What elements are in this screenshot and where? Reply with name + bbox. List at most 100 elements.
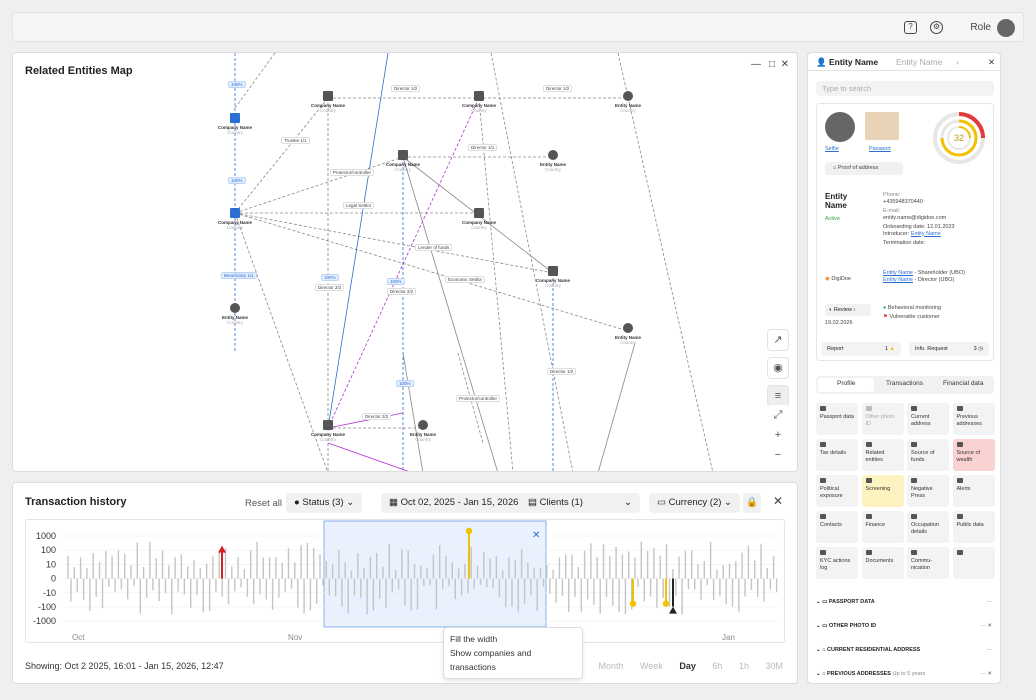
graph-node-person[interactable]: Entity Name Country: [533, 150, 573, 172]
close-icon[interactable]: ✕: [773, 494, 783, 508]
tooltip-line[interactable]: Fill the width: [450, 632, 576, 646]
avatar[interactable]: [997, 19, 1015, 37]
zoom-30m[interactable]: 30M: [765, 661, 783, 671]
transaction-chart[interactable]: 1000100100-10-100-1000OctNovDecJan ✕: [25, 519, 785, 643]
section-other-photo-id[interactable]: ⌄ ▭ OTHER PHOTO ID ··· ✕: [816, 623, 996, 637]
profile-section-cell[interactable]: Political exposure: [816, 475, 858, 507]
x-tick-label: Nov: [288, 633, 302, 642]
section-icon: [820, 406, 826, 411]
relation-link[interactable]: Entity Name: [883, 277, 913, 283]
graph-node-company[interactable]: Company Name Country: [383, 150, 423, 172]
search-input[interactable]: Type to search: [816, 81, 994, 96]
filter-button[interactable]: ≡: [767, 385, 789, 407]
lock-button[interactable]: 🔒: [743, 493, 761, 513]
expand-button[interactable]: ⤢: [767, 405, 789, 427]
role-label[interactable]: Role: [970, 22, 991, 33]
profile-section-cell[interactable]: Current address: [907, 403, 949, 435]
info-request-button[interactable]: Info. Request 3 ◷: [909, 342, 989, 356]
help-icon[interactable]: ?: [904, 21, 917, 34]
segment-transactions[interactable]: Transactions: [886, 380, 923, 387]
profile-section-cell[interactable]: Related entities: [861, 439, 904, 471]
selfie-photo[interactable]: [825, 112, 855, 142]
passport-photo[interactable]: [865, 112, 899, 140]
section-current-address[interactable]: ⌄ ⌂ CURRENT RESIDENTIAL ADDRESS ···: [816, 647, 996, 661]
profile-section-cell[interactable]: Documents: [861, 547, 904, 579]
close-icon[interactable]: ✕: [988, 57, 995, 68]
zoom-6h[interactable]: 6h: [712, 661, 722, 671]
section-previous-addresses[interactable]: ⌄ ⌂ PREVIOUS ADDRESSES Up to 5 years ··· …: [816, 671, 996, 683]
report-label: Report: [827, 346, 844, 352]
proof-of-address-button[interactable]: ⌂ Proof of address: [825, 162, 903, 175]
gear-icon[interactable]: ⚙: [930, 21, 943, 34]
selection-close-icon[interactable]: ✕: [532, 530, 540, 541]
profile-section-cell[interactable]: Passport data: [816, 403, 858, 435]
edge-label: Beneficiary 1/1: [221, 272, 257, 279]
profile-section-cell[interactable]: Source of wealth: [952, 439, 995, 471]
relation-link[interactable]: Entity Name: [883, 270, 913, 276]
chevron-right-icon[interactable]: ›: [956, 57, 959, 67]
status-filter[interactable]: ● Status (3) ⌄: [286, 493, 363, 513]
graph-node-company[interactable]: Company Name Country: [215, 113, 255, 135]
profile-section-cell[interactable]: KYC actions log: [816, 547, 858, 579]
phone-value[interactable]: +435948370440: [883, 199, 955, 206]
profile-section-cell[interactable]: Source of funds: [907, 439, 949, 471]
profile-section-cell[interactable]: Previous addresses: [952, 403, 995, 435]
more-icon[interactable]: ···: [987, 647, 993, 653]
tab-entity-2[interactable]: Entity Name: [896, 57, 942, 67]
profile-section-cell[interactable]: Other photo ID: [861, 403, 904, 435]
date-filter[interactable]: ▦ Oct 02, 2025 - Jan 15, 2026 ⌄: [381, 493, 538, 513]
tab-entity-1[interactable]: 👤 Entity Name: [816, 57, 878, 68]
report-button[interactable]: Report 1 ▲: [821, 342, 901, 356]
profile-section-cell[interactable]: Finance: [861, 511, 904, 543]
graph-node-person[interactable]: Entity Name Country: [403, 420, 443, 442]
behavioral-flag: Behavioral monitoring: [887, 305, 942, 311]
zoom-in-button[interactable]: +: [767, 425, 789, 447]
edge-label: 100%: [387, 278, 405, 285]
section-icon: [820, 514, 826, 519]
zoom-week[interactable]: Week: [640, 661, 663, 671]
graph-node-company[interactable]: Company Name Country: [215, 208, 255, 230]
zoom-out-button[interactable]: −: [767, 445, 789, 467]
profile-section-cell[interactable]: Alerts: [952, 475, 995, 507]
graph-node-person[interactable]: Entity Name Country: [608, 91, 648, 113]
profile-section-cell[interactable]: Commu-nication: [907, 547, 949, 579]
more-icon[interactable]: ··· ✕: [980, 671, 992, 677]
profile-section-cell[interactable]: Screening: [861, 475, 904, 507]
graph-node-company[interactable]: Company Name Country: [459, 208, 499, 230]
graph-node-company[interactable]: Company Name Country: [459, 91, 499, 113]
building-icon: [323, 91, 333, 101]
introducer-link[interactable]: Entity Name: [911, 231, 941, 237]
more-icon[interactable]: ···: [987, 599, 993, 605]
more-icon[interactable]: ··· ✕: [980, 623, 992, 629]
graph-node-person[interactable]: Entity Name Country: [215, 303, 255, 325]
segment-profile[interactable]: Profile: [837, 380, 855, 387]
tooltip-line[interactable]: Show companies and transactions: [450, 646, 576, 674]
profile-section-cell[interactable]: Negative Press: [907, 475, 949, 507]
profile-section-cell[interactable]: Tax details: [816, 439, 858, 471]
section-icon: [911, 406, 917, 411]
section-icon: [956, 406, 963, 411]
clients-filter[interactable]: ▤ Clients (1) ⌄: [520, 493, 640, 513]
zoom-month[interactable]: Month: [599, 661, 624, 671]
section-passport-data[interactable]: ⌄ ▭ PASSPORT DATA ···: [816, 599, 996, 613]
zoom-day[interactable]: Day: [679, 661, 696, 671]
profile-section-cell[interactable]: Occupation details: [907, 511, 949, 543]
currency-filter[interactable]: ▭ Currency (2) ⌄: [649, 493, 741, 513]
zoom-1h[interactable]: 1h: [739, 661, 749, 671]
graph-node-company[interactable]: Company Name Country: [308, 91, 348, 113]
reset-all-button[interactable]: Reset all: [245, 498, 282, 509]
selection-tooltip: Fill the width Show companies and transa…: [443, 627, 583, 679]
graph-node-person[interactable]: Entity Name Country: [608, 323, 648, 345]
passport-link[interactable]: Passport: [869, 146, 891, 152]
graph-node-company[interactable]: Company Name Country: [533, 266, 573, 288]
visibility-button[interactable]: ◉: [767, 357, 789, 379]
email-value[interactable]: entity.name@digidoe.com: [883, 215, 955, 222]
graph-node-company[interactable]: Company Name Country: [308, 420, 348, 442]
profile-section-cell[interactable]: Contacts: [816, 511, 858, 543]
profile-section-cell[interactable]: Public data: [952, 511, 995, 543]
selfie-link[interactable]: Selfie: [825, 146, 839, 152]
review-button[interactable]: ◐ Review ›: [825, 304, 871, 316]
segment-financial-data[interactable]: Financial data: [943, 380, 983, 387]
export-button[interactable]: ↗: [767, 329, 789, 351]
profile-section-cell[interactable]: [952, 547, 995, 579]
